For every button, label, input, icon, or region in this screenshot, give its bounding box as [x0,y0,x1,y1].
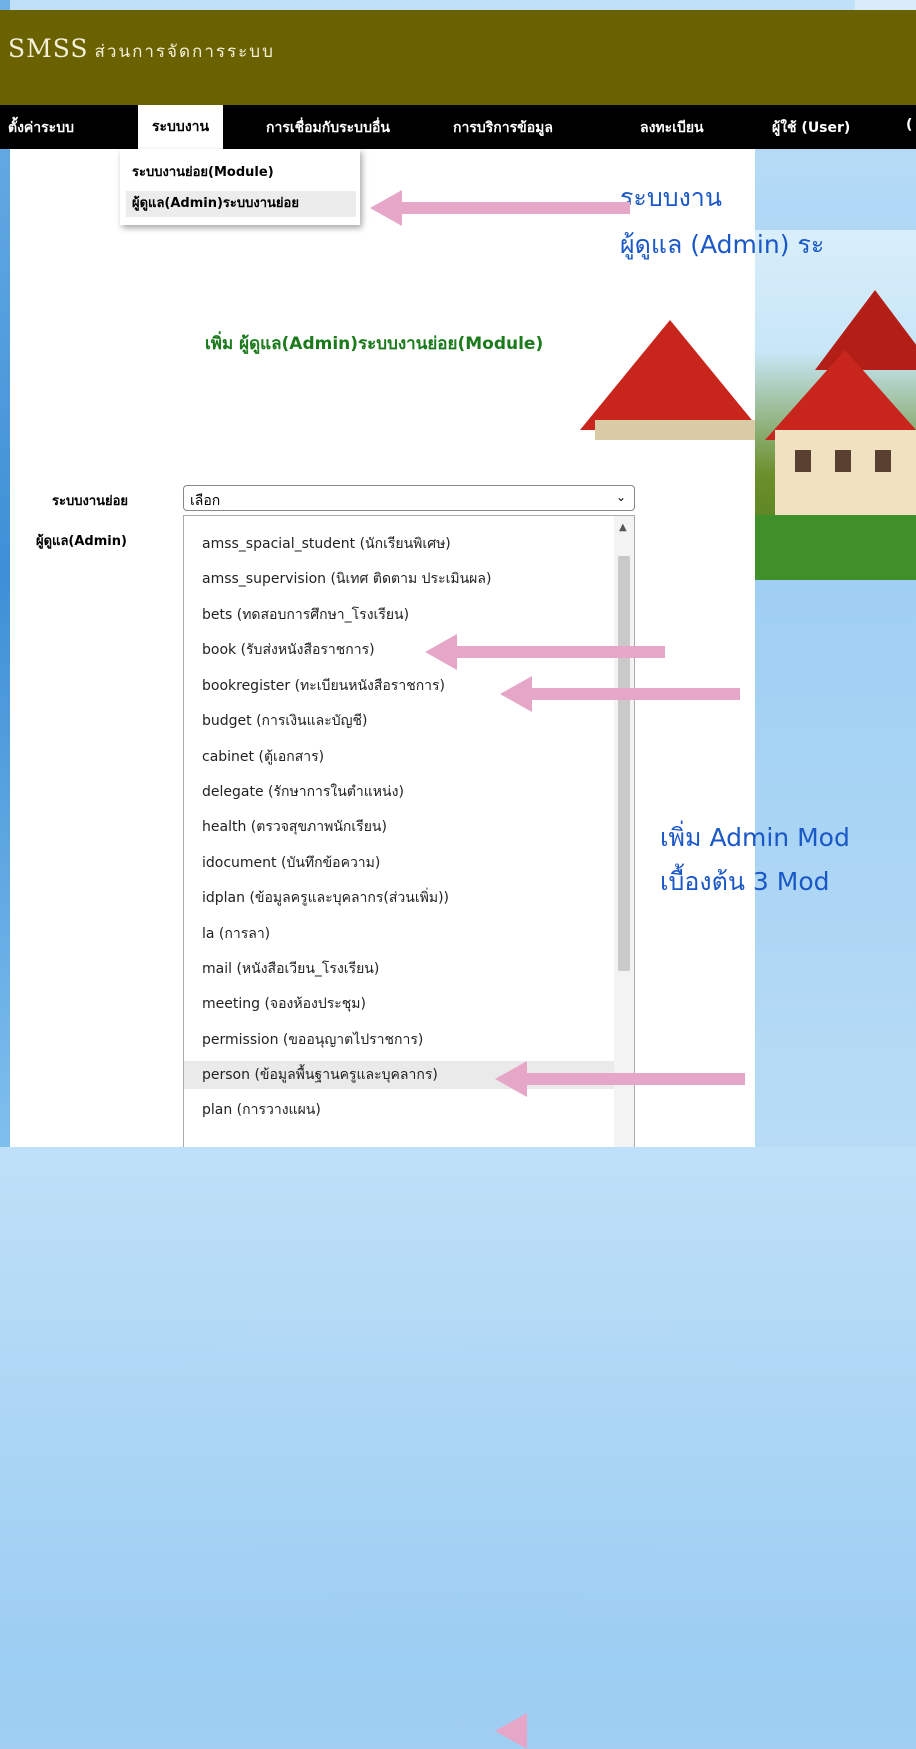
brand: SMSS ส่วนการจัดการระบบ [8,34,275,65]
menu-systems[interactable]: ระบบงาน [138,105,224,149]
top-right-decor [855,0,916,10]
submenu-item-module[interactable]: ระบบงานย่อย(Module) [132,161,274,182]
module-label: ระบบงานย่อย [52,494,129,509]
menu-integration[interactable]: การเชื่อมกับระบบอื่น [266,117,390,139]
main-menubar: ตั้งค่าระบบ ระบบงาน การเชื่อมกับระบบอื่น… [0,105,916,149]
house-wall-image [595,420,755,440]
house-window [795,450,811,472]
module-select[interactable]: เลือก ⌄ [183,485,635,511]
menu-settings[interactable]: ตั้งค่าระบบ [8,117,74,139]
arrow-icon [495,1061,745,1097]
list-scrollbar[interactable]: ▲ [614,516,634,1147]
module-options-list[interactable]: amss_spacial_student (นักเรียนพิเศษ) ams… [183,515,635,1147]
house-lawn [755,515,916,580]
option-item[interactable]: health (ตรวจสุขภาพนักเรียน) [184,813,614,841]
option-item[interactable]: amss_supervision (นิเทศ ติดตาม ประเมินผล… [184,565,614,593]
option-item[interactable]: budget (การเงินและบัญชี) [184,707,614,735]
annotation-add-admin: เพิ่ม Admin Mod [660,823,850,852]
left-decor-band [0,0,10,1147]
menu-user[interactable]: ผู้ใช้ (User) [772,117,850,139]
scrollbar-thumb[interactable] [618,556,630,971]
arrow-icon [370,190,630,226]
submenu-item-module-admin[interactable]: ผู้ดูแล(Admin)ระบบงานย่อย [126,191,356,217]
annotation-systems: ระบบงาน [620,183,722,212]
house-roof-image [580,320,760,430]
house-window [875,450,891,472]
app-header: SMSS ส่วนการจัดการระบบ [0,10,916,105]
form-title: เพิ่ม ผู้ดูแล(Admin)ระบบงานย่อย(Module) [205,334,544,354]
school-house-image [755,230,916,580]
option-item[interactable]: idplan (ข้อมูลครูและบุคลากร(ส่วนเพิ่ม)) [184,884,614,912]
annotation-module-admin: ผู้ดูแล (Admin) ระ [620,230,825,259]
annotation-three-modules: เบื้องต้น 3 Mod [660,867,830,896]
arrow-icon [500,676,740,712]
option-item[interactable]: permission (ขออนุญาตไปราชการ) [184,1026,614,1054]
brand-subtitle: ส่วนการจัดการระบบ [94,42,275,62]
house-wall [775,430,916,520]
scroll-up-icon[interactable]: ▲ [619,522,627,533]
option-item[interactable]: meeting (จองห้องประชุม) [184,990,614,1018]
option-item[interactable]: delegate (รักษาการในตำแหน่ง) [184,778,614,806]
chevron-down-icon: ⌄ [615,490,626,504]
option-item[interactable]: cabinet (ตู้เอกสาร) [184,743,614,771]
house-roof [765,350,916,440]
systems-submenu: ระบบงานย่อย(Module) ผู้ดูแล(Admin)ระบบงา… [120,149,360,225]
admin-label: ผู้ดูแล(Admin) [36,534,127,549]
brand-logo-text: SMSS [8,34,89,63]
option-item[interactable]: la (การลา) [184,920,614,948]
module-select-value: เลือก [190,493,221,509]
option-item[interactable]: mail (หนังสือเวียน_โรงเรียน) [184,955,614,983]
arrow-icon [425,634,665,670]
option-item[interactable]: idocument (บันทึกข้อความ) [184,849,614,877]
option-item[interactable]: amss_spacial_student (นักเรียนพิเศษ) [184,530,614,558]
option-item[interactable]: plan (การวางแผน) [184,1096,614,1124]
menu-register[interactable]: ลงทะเบียน [640,117,704,139]
menu-data-service[interactable]: การบริการข้อมูล [453,117,553,139]
house-window [835,450,851,472]
option-item[interactable]: bets (ทดสอบการศึกษา_โรงเรียน) [184,601,614,629]
menu-more[interactable]: ( [906,117,912,133]
